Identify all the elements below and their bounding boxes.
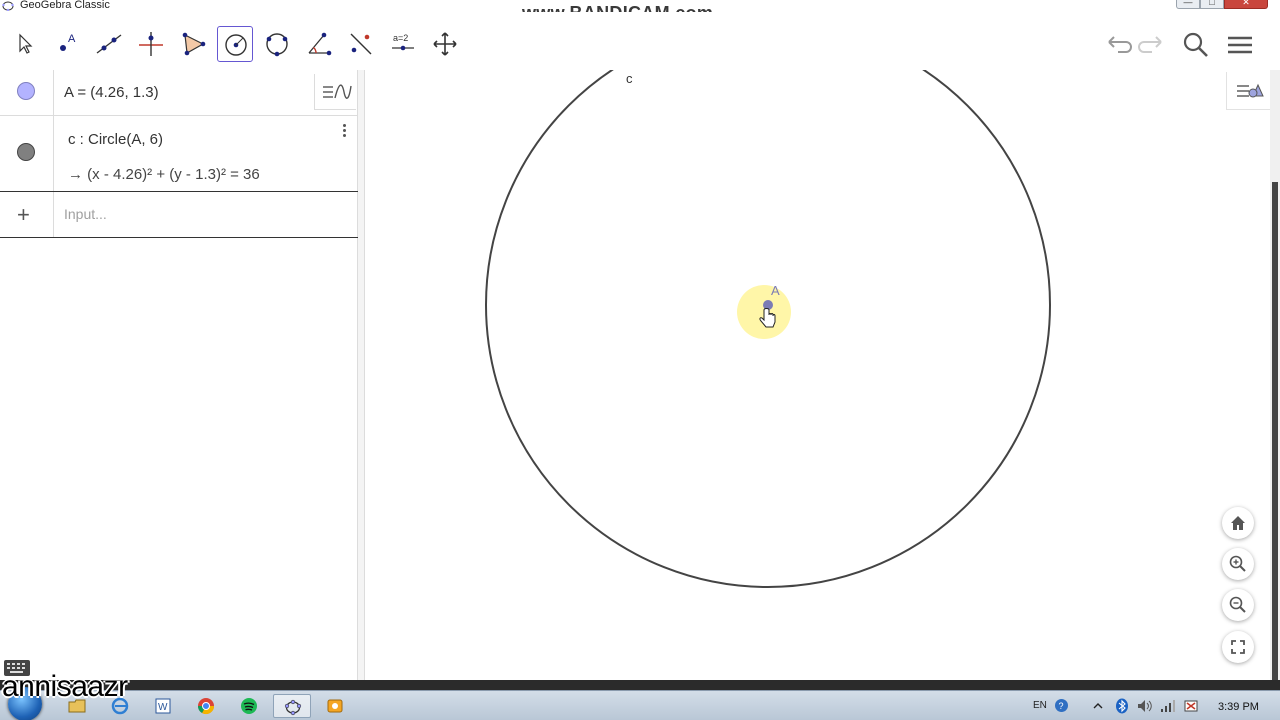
zoom-in-button[interactable] bbox=[1222, 548, 1254, 580]
home-icon bbox=[1231, 516, 1245, 530]
algebra-description-icon bbox=[323, 84, 352, 99]
move-graphics-icon bbox=[433, 32, 457, 56]
windows-taskbar: W EN ? 3:39 PM bbox=[0, 687, 1280, 720]
tool-reflect[interactable] bbox=[343, 26, 379, 62]
view-splitter[interactable] bbox=[358, 70, 365, 680]
svg-text:?: ? bbox=[1059, 701, 1064, 711]
action-center-icon[interactable] bbox=[1183, 698, 1199, 714]
slider-icon: a=2 bbox=[392, 33, 414, 51]
point-a-label: A bbox=[771, 283, 780, 298]
visibility-toggle-circle-c[interactable] bbox=[17, 143, 35, 161]
zoom-out-icon bbox=[1229, 596, 1246, 613]
vertical-scrollbar[interactable] bbox=[1270, 70, 1280, 680]
username-watermark: annisaazr bbox=[2, 670, 128, 703]
taskbar-spotify[interactable] bbox=[230, 694, 268, 718]
style-bar-toggle-icon bbox=[1237, 83, 1264, 98]
algebra-definition-point-a[interactable]: A = (4.26, 1.3) bbox=[64, 84, 159, 101]
standard-view-button[interactable] bbox=[1222, 507, 1254, 539]
language-indicator[interactable]: EN bbox=[1033, 700, 1047, 711]
tool-perpendicular[interactable] bbox=[133, 26, 169, 62]
visibility-toggle-point-a[interactable] bbox=[17, 82, 35, 100]
toolbar: A a=2 bbox=[0, 12, 1280, 70]
circle-c-label: c bbox=[626, 71, 633, 86]
taskbar-top-edge bbox=[0, 680, 1280, 690]
window-title: GeoGebra Classic bbox=[20, 0, 110, 11]
minimize-button[interactable]: — bbox=[1176, 0, 1200, 9]
taskbar-word[interactable]: W bbox=[144, 694, 182, 718]
geogebra-icon bbox=[284, 699, 302, 716]
show-hidden-icons-icon[interactable] bbox=[1093, 701, 1103, 711]
undo-icon bbox=[1108, 36, 1132, 53]
search-icon bbox=[1183, 32, 1208, 57]
circle-center-point-icon bbox=[225, 34, 247, 56]
point-icon: A bbox=[60, 33, 76, 51]
volume-icon[interactable] bbox=[1137, 699, 1153, 713]
tool-circle-three-points[interactable] bbox=[259, 26, 295, 62]
algebra-value-circle-c: → (x - 4.26)² + (y - 1.3)² = 36 bbox=[68, 166, 260, 183]
maximize-button[interactable]: □ bbox=[1200, 0, 1224, 9]
search-button[interactable] bbox=[1181, 30, 1211, 60]
screen-root: GeoGebra Classic — □ ✕ www.BANDICAM.com … bbox=[0, 0, 1280, 720]
algebra-definition-circle-c[interactable]: c : Circle(A, 6) bbox=[68, 131, 163, 148]
fullscreen-button[interactable] bbox=[1222, 631, 1254, 663]
redo-button[interactable] bbox=[1138, 30, 1168, 60]
word-icon: W bbox=[155, 698, 171, 714]
slider-tool-label: a=2 bbox=[393, 33, 408, 43]
tool-line[interactable] bbox=[91, 26, 127, 62]
tool-move[interactable] bbox=[7, 26, 43, 62]
add-plus-icon[interactable]: + bbox=[17, 202, 30, 228]
redo-icon bbox=[1138, 36, 1162, 53]
close-icon: ✕ bbox=[1242, 0, 1250, 7]
minimize-icon: — bbox=[1183, 0, 1193, 7]
tool-circle-center-point[interactable] bbox=[217, 26, 253, 62]
graphics-canvas[interactable]: c A bbox=[365, 70, 1270, 680]
chrome-icon bbox=[197, 698, 215, 715]
network-icon[interactable] bbox=[1160, 699, 1176, 713]
line-icon bbox=[96, 34, 122, 54]
bandicam-icon bbox=[327, 699, 343, 713]
algebra-view: A = (4.26, 1.3) c : Circle(A, 6) → (x - … bbox=[0, 70, 358, 680]
tool-angle[interactable] bbox=[301, 26, 337, 62]
spotify-icon bbox=[241, 698, 257, 714]
taskbar-bandicam[interactable] bbox=[316, 694, 354, 718]
help-icon[interactable]: ? bbox=[1054, 698, 1069, 713]
angle-icon bbox=[308, 32, 332, 56]
taskbar-chrome[interactable] bbox=[187, 694, 225, 718]
algebra-row-point-a[interactable]: A = (4.26, 1.3) bbox=[0, 70, 358, 116]
bluetooth-icon[interactable] bbox=[1115, 698, 1129, 714]
maximize-icon: □ bbox=[1209, 0, 1215, 7]
geogebra-app-icon bbox=[2, 1, 14, 11]
tool-polygon[interactable] bbox=[175, 26, 211, 62]
zoom-in-icon bbox=[1229, 555, 1246, 572]
algebra-input-row[interactable]: + Input... bbox=[0, 191, 358, 238]
arrow-pointer-icon bbox=[19, 33, 33, 54]
perpendicular-line-icon bbox=[139, 32, 163, 56]
tool-move-graphics[interactable] bbox=[427, 26, 463, 62]
svg-text:A: A bbox=[68, 33, 76, 45]
graphics-view[interactable]: c A bbox=[365, 70, 1270, 680]
zoom-out-button[interactable] bbox=[1222, 589, 1254, 621]
reflect-icon bbox=[350, 33, 372, 55]
taskbar-clock[interactable]: 3:39 PM bbox=[1218, 701, 1259, 713]
svg-text:W: W bbox=[158, 702, 168, 713]
algebra-style-toggle-button[interactable] bbox=[314, 74, 356, 110]
close-button[interactable]: ✕ bbox=[1224, 0, 1268, 9]
tool-slider[interactable]: a=2 bbox=[385, 26, 421, 62]
undo-button[interactable] bbox=[1102, 30, 1132, 60]
algebra-input-field[interactable]: Input... bbox=[64, 206, 107, 222]
tool-point[interactable]: A bbox=[49, 26, 85, 62]
fullscreen-icon bbox=[1231, 640, 1245, 654]
algebra-marker-column: + bbox=[0, 192, 54, 237]
algebra-row-circle-c[interactable]: c : Circle(A, 6) → (x - 4.26)² + (y - 1.… bbox=[0, 116, 358, 192]
graphics-style-bar-button[interactable] bbox=[1226, 72, 1270, 110]
main-menu-button[interactable] bbox=[1225, 30, 1255, 60]
more-options-icon[interactable] bbox=[338, 122, 350, 140]
algebra-marker-column bbox=[0, 116, 54, 191]
taskbar-geogebra[interactable] bbox=[273, 694, 311, 718]
menu-icon bbox=[1228, 36, 1252, 54]
polygon-icon bbox=[182, 32, 206, 56]
algebra-marker-column bbox=[0, 70, 54, 115]
circle-three-points-icon bbox=[266, 33, 288, 57]
scrollbar-thumb[interactable] bbox=[1272, 182, 1278, 680]
